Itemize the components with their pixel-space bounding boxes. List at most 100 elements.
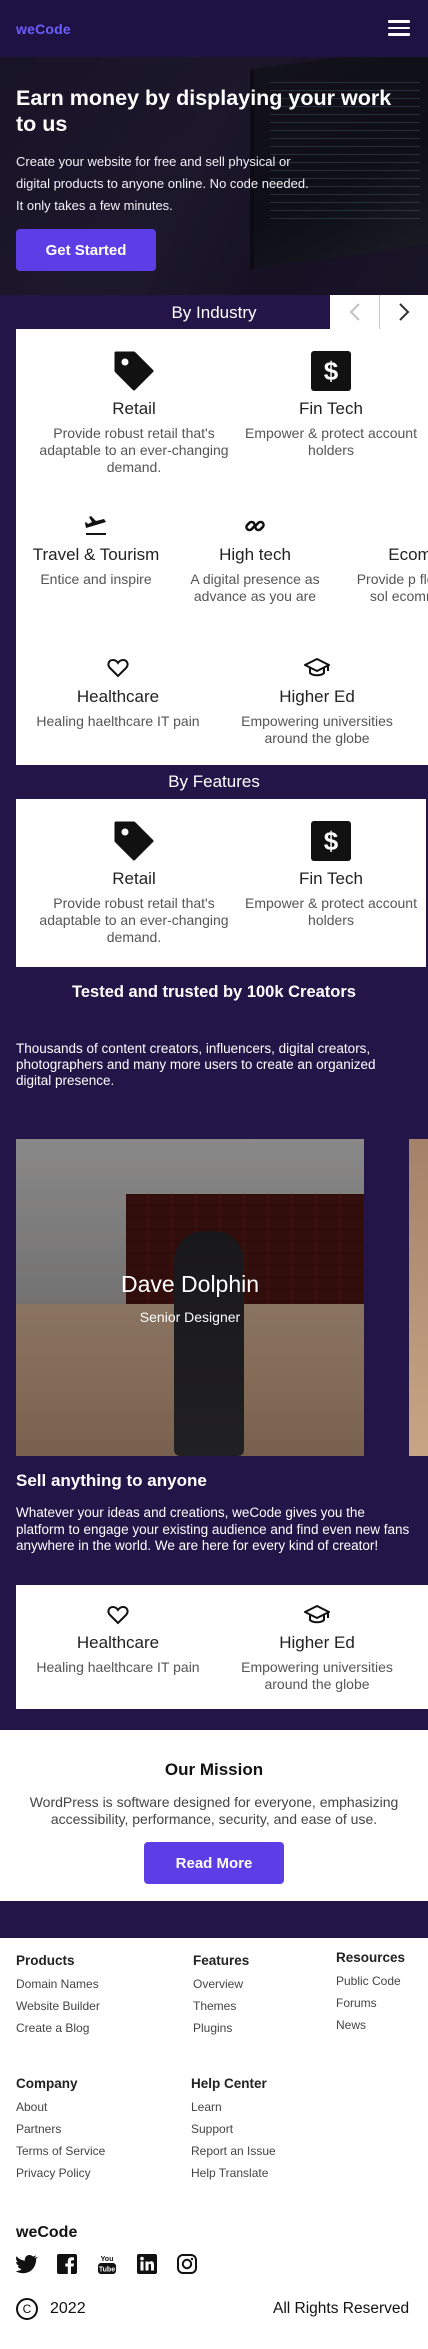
footer-link[interactable]: Plugins (193, 2021, 249, 2035)
footer-link[interactable]: Help Translate (191, 2166, 276, 2180)
footer-products: Products Domain Names Website Builder Cr… (16, 1953, 100, 2043)
footer-link[interactable]: Create a Blog (16, 2021, 100, 2035)
footer-heading: Features (193, 1953, 250, 1968)
industry-card-hightech[interactable]: High tech A digital presence as advance … (182, 513, 328, 605)
footer-brand: weCode (16, 2224, 78, 2241)
card-title: Higher Ed (279, 1633, 355, 1652)
sell-card-healthcare[interactable]: Healthcare Healing haelthcare IT pain (16, 1603, 220, 1676)
heart-icon (16, 1603, 220, 1627)
twitter-icon[interactable] (16, 2253, 38, 2275)
industry-card-ecommerce[interactable]: Ecom Provide p flexible sol ecommer (350, 513, 428, 605)
card-title: Healthcare (76, 1633, 160, 1652)
svg-text:Tube: Tube (99, 2267, 115, 2274)
site-logo[interactable]: weCode (16, 21, 71, 37)
footer-link[interactable]: Themes (193, 1999, 249, 2013)
facebook-icon[interactable] (56, 2253, 78, 2275)
testimonial-card[interactable]: Dave Dolphin Senior Designer (16, 1139, 364, 1456)
footer-link[interactable]: News (336, 2018, 405, 2032)
footer-link[interactable]: Learn (191, 2100, 276, 2114)
copyright-year: 2022 (50, 2300, 86, 2317)
mission-text: WordPress is software designed for every… (29, 1794, 399, 1827)
heart-icon (16, 655, 220, 681)
footer-link[interactable]: Public Code (336, 1974, 405, 1988)
card-title: Higher Ed (279, 687, 355, 706)
footer-heading: Help Center (191, 2076, 267, 2091)
footer-features: Features Overview Themes Plugins (193, 1953, 249, 2043)
footer-heading: Resources (336, 1950, 406, 1965)
footer-heading: Company (16, 2076, 78, 2091)
svg-text:$: $ (324, 356, 339, 386)
footer-link[interactable]: Partners (16, 2122, 105, 2136)
footer-link[interactable]: Terms of Service (16, 2144, 105, 2158)
instagram-icon[interactable] (176, 2253, 198, 2275)
testimonial-name: Dave Dolphin (120, 1271, 260, 1297)
tag-icon (24, 819, 244, 863)
copyright-icon: C (16, 2298, 38, 2320)
feature-card-retail[interactable]: Retail Provide robust retail that's adap… (24, 819, 244, 946)
chevron-right-icon[interactable] (379, 295, 428, 329)
card-description: Empowering universities around the globe (241, 1659, 393, 1692)
dollar-icon: $ (234, 349, 428, 393)
card-title: Fin Tech (299, 399, 363, 418)
ecommerce-icon-placeholder (350, 513, 428, 539)
card-title: Travel & Tourism (32, 545, 160, 564)
sell-cards-panel: Healthcare Healing haelthcare IT pain Hi… (16, 1585, 428, 1709)
link-icon (182, 513, 328, 539)
social-links: You Tube (16, 2253, 216, 2275)
industry-card-fintech[interactable]: $ Fin Tech Empower & protect account hol… (234, 349, 428, 459)
industry-card-healthcare[interactable]: Healthcare Healing haelthcare IT pain (16, 655, 220, 730)
footer-help-center: Help Center Learn Support Report an Issu… (191, 2076, 276, 2188)
footer-divider (0, 1901, 428, 1923)
youtube-icon[interactable]: You Tube (96, 2253, 118, 2275)
hamburger-menu-icon[interactable] (388, 20, 410, 36)
footer-link[interactable]: About (16, 2100, 105, 2114)
svg-text:You: You (101, 2256, 114, 2263)
footer-heading: Products (16, 1953, 75, 1968)
footer-link[interactable]: Report an Issue (191, 2144, 276, 2158)
sell-card-highered[interactable]: Higher Ed Empowering universities around… (222, 1603, 412, 1693)
industry-slider-controls (330, 295, 428, 329)
chevron-left-icon[interactable] (330, 295, 379, 329)
airplane-icon (16, 513, 176, 539)
copyright: C 2022 (16, 2298, 86, 2320)
industry-card-highered[interactable]: Higher Ed Empowering universities around… (222, 655, 412, 747)
get-started-button[interactable]: Get Started (16, 229, 156, 271)
card-description: Entice and inspire (40, 571, 152, 587)
dollar-icon: $ (234, 819, 426, 863)
footer-link[interactable]: Forums (336, 1996, 405, 2010)
feature-card-fintech[interactable]: $ Fin Tech Empower & protect account hol… (234, 819, 426, 929)
features-cards-panel: Retail Provide robust retail that's adap… (16, 799, 428, 967)
card-description: Healing haelthcare IT pain (36, 713, 200, 729)
footer-link[interactable]: Support (191, 2122, 276, 2136)
industry-card-travel[interactable]: Travel & Tourism Entice and inspire (16, 513, 176, 588)
tested-heading: Tested and trusted by 100k Creators (72, 983, 356, 1001)
card-description: Empower & protect account holders (245, 895, 417, 928)
tag-icon (24, 349, 244, 393)
tested-description: Thousands of content creators, influence… (16, 1041, 376, 1088)
card-description: Empower & protect account holders (245, 425, 417, 458)
graduation-cap-icon (222, 1603, 412, 1627)
next-testimonial-peek[interactable] (409, 1139, 428, 1456)
footer-company: Company About Partners Terms of Service … (16, 2076, 105, 2188)
all-rights-reserved: All Rights Reserved (273, 2300, 410, 2317)
footer-link[interactable]: Overview (193, 1977, 249, 1991)
card-description: Healing haelthcare IT pain (36, 1659, 200, 1675)
graduation-cap-icon (222, 655, 412, 681)
svg-text:$: $ (324, 826, 339, 856)
sell-description: Whatever your ideas and creations, weCod… (16, 1505, 410, 1553)
sell-heading: Sell anything to anyone (16, 1471, 207, 1490)
footer-link[interactable]: Website Builder (16, 1999, 100, 2013)
card-title: Retail (112, 399, 156, 418)
testimonial-role: Senior Designer (139, 1309, 241, 1325)
industry-cards-panel: Retail Provide robust retail that's adap… (16, 329, 428, 765)
hero-subtitle: Create your website for free and sell ph… (16, 154, 309, 213)
hero-section: Earn money by displaying your work to us… (0, 57, 428, 295)
footer-link[interactable]: Privacy Policy (16, 2166, 105, 2180)
linkedin-icon[interactable] (136, 2253, 158, 2275)
mission-heading: Our Mission (164, 1760, 264, 1779)
card-description: A digital presence as advance as you are (190, 571, 320, 604)
read-more-button[interactable]: Read More (144, 1842, 284, 1884)
footer-link[interactable]: Domain Names (16, 1977, 100, 1991)
industry-card-retail[interactable]: Retail Provide robust retail that's adap… (24, 349, 244, 476)
card-description: Provide robust retail that's adaptable t… (39, 895, 229, 945)
